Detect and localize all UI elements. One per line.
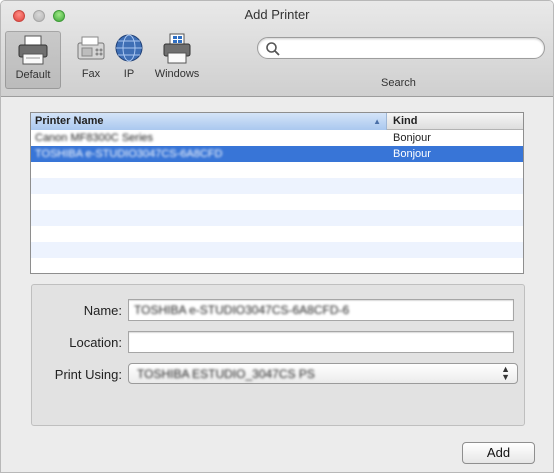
default-printer-icon bbox=[18, 35, 48, 65]
search-field[interactable] bbox=[257, 37, 545, 59]
column-printer-name-label: Printer Name bbox=[35, 115, 104, 127]
printer-list[interactable]: Printer Name ▲ Kind Canon MF8300C Series… bbox=[30, 112, 524, 274]
search-label: Search bbox=[381, 77, 416, 89]
empty-row bbox=[31, 242, 523, 258]
printer-name-cell: Canon MF8300C Series bbox=[35, 132, 154, 144]
window-title: Add Printer bbox=[244, 7, 310, 22]
empty-row bbox=[31, 258, 523, 274]
toolbar: Add Printer Default Fax IP Windows Searc… bbox=[1, 1, 553, 97]
toolbar-default-button[interactable]: Default bbox=[5, 31, 61, 89]
printer-name-cell: TOSHIBA e-STUDIO3047CS-6A8CFD bbox=[35, 148, 223, 160]
popup-arrows-icon: ▲ ▼ bbox=[501, 364, 510, 382]
windows-printer-icon bbox=[163, 33, 191, 64]
name-label: Name: bbox=[83, 303, 122, 318]
print-using-value: TOSHIBA ESTUDIO_3047CS PS bbox=[137, 367, 315, 381]
globe-icon bbox=[115, 34, 143, 62]
printer-kind-cell: Bonjour bbox=[393, 132, 431, 144]
printer-details-panel: Name: TOSHIBA e-STUDIO3047CS-6A8CFD-6 Lo… bbox=[31, 284, 525, 426]
toolbar-windows-button[interactable]: Windows bbox=[149, 31, 205, 89]
empty-row bbox=[31, 226, 523, 242]
table-row[interactable]: Canon MF8300C Series Bonjour bbox=[31, 130, 523, 146]
location-label: Location: bbox=[69, 335, 122, 350]
column-kind-label: Kind bbox=[393, 115, 418, 127]
name-value: TOSHIBA e-STUDIO3047CS-6A8CFD-6 bbox=[134, 303, 350, 317]
list-rows: Canon MF8300C Series Bonjour TOSHIBA e-S… bbox=[31, 130, 523, 274]
column-header-kind[interactable]: Kind bbox=[388, 113, 422, 129]
add-button[interactable]: Add bbox=[462, 442, 535, 464]
name-field[interactable]: TOSHIBA e-STUDIO3047CS-6A8CFD-6 bbox=[128, 299, 514, 321]
add-printer-window: Add Printer Default Fax IP Windows Searc… bbox=[0, 0, 554, 473]
column-header-printer-name[interactable]: Printer Name ▲ bbox=[31, 113, 387, 130]
toolbar-windows-label: Windows bbox=[154, 68, 200, 80]
toolbar-default-label: Default bbox=[15, 69, 51, 81]
list-header: Printer Name ▲ Kind bbox=[31, 113, 523, 130]
location-field[interactable] bbox=[128, 331, 514, 353]
table-row-selected[interactable]: TOSHIBA e-STUDIO3047CS-6A8CFD Bonjour bbox=[31, 146, 523, 162]
print-using-popup[interactable]: TOSHIBA ESTUDIO_3047CS PS ▲ ▼ bbox=[128, 363, 518, 384]
empty-row bbox=[31, 194, 523, 210]
print-using-label: Print Using: bbox=[54, 367, 122, 382]
empty-row bbox=[31, 162, 523, 178]
sort-ascending-icon: ▲ bbox=[373, 117, 381, 126]
search-icon bbox=[266, 42, 280, 56]
empty-row bbox=[31, 178, 523, 194]
printer-kind-cell: Bonjour bbox=[393, 148, 431, 160]
empty-row bbox=[31, 210, 523, 226]
